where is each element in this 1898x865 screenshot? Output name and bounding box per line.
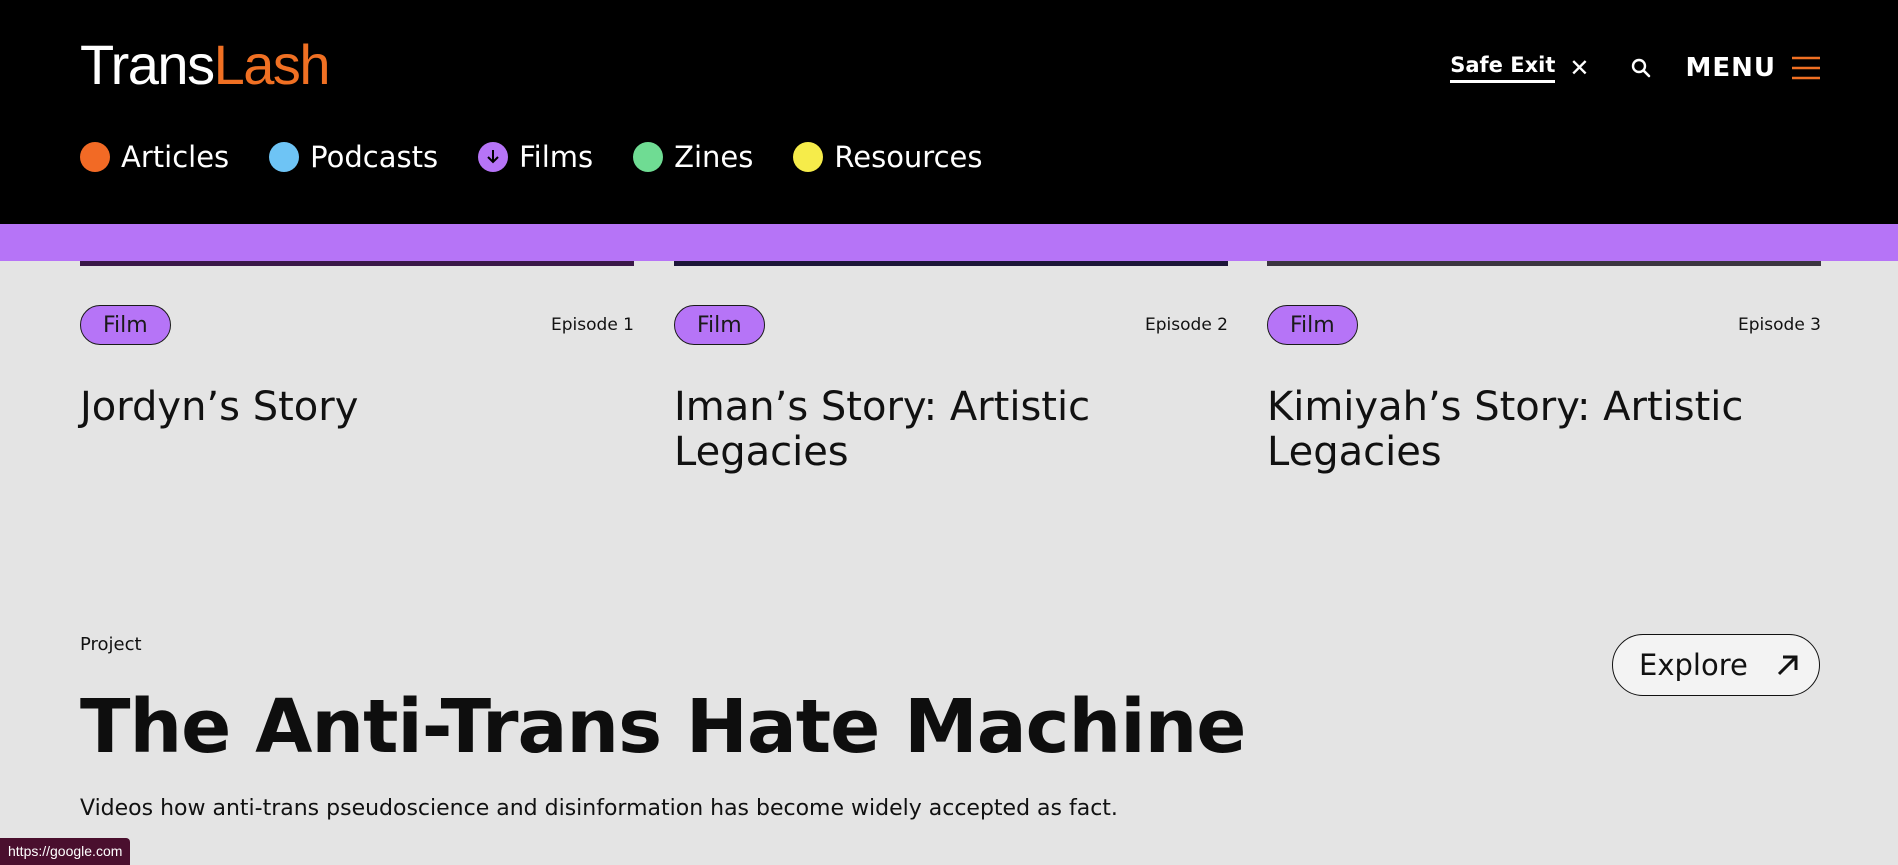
site-header: TransLash Safe Exit ✕ MENU Articles Podc…: [0, 0, 1898, 224]
resources-dot-icon: [793, 142, 824, 172]
logo-text-trans: Trans: [80, 33, 215, 96]
zines-dot-icon: [633, 142, 664, 172]
arrow-up-right-icon: [1777, 655, 1798, 676]
explore-button[interactable]: Explore: [1612, 634, 1820, 696]
card-title[interactable]: Kimiyah’s Story: Artistic Legacies: [1267, 385, 1821, 475]
project-description: Videos how anti-trans pseudoscience and …: [80, 796, 1118, 821]
nav-item-resources[interactable]: Resources: [793, 140, 983, 174]
safe-exit-label: Safe Exit: [1450, 53, 1556, 83]
nav-label: Articles: [121, 140, 230, 174]
nav-item-articles[interactable]: Articles: [80, 140, 229, 174]
menu-button[interactable]: MENU: [1685, 53, 1820, 83]
project-title: The Anti-Trans Hate Machine: [80, 684, 1246, 770]
close-icon: ✕: [1569, 54, 1590, 82]
explore-label: Explore: [1639, 648, 1748, 682]
film-tag[interactable]: Film: [1267, 305, 1358, 345]
episode-label: Episode 3: [1738, 315, 1821, 335]
nav-item-films[interactable]: Films: [478, 140, 593, 174]
arrow-down-icon: [478, 142, 509, 172]
card-title[interactable]: Jordyn’s Story: [80, 385, 634, 430]
nav-label: Podcasts: [310, 140, 439, 174]
logo-text-lash: Lash: [213, 33, 331, 96]
nav-label: Zines: [674, 140, 754, 174]
category-nav: Articles Podcasts Films Zines Resources: [80, 140, 1023, 174]
project-label: Project: [80, 634, 142, 655]
podcasts-dot-icon: [269, 142, 300, 172]
episode-label: Episode 1: [551, 315, 634, 335]
card-thumbnail-edge: [80, 261, 634, 266]
nav-label: Resources: [834, 140, 983, 174]
film-card-episode-1[interactable]: Film Episode 1 Jordyn’s Story: [80, 261, 634, 430]
search-icon[interactable]: [1629, 56, 1653, 80]
episode-label: Episode 2: [1145, 315, 1228, 335]
articles-dot-icon: [80, 142, 110, 172]
card-title[interactable]: Iman’s Story: Artistic Legacies: [674, 385, 1228, 475]
nav-item-zines[interactable]: Zines: [633, 140, 753, 174]
card-thumbnail-edge: [674, 261, 1228, 266]
nav-label: Films: [519, 140, 594, 174]
film-card-episode-2[interactable]: Film Episode 2 Iman’s Story: Artistic Le…: [674, 261, 1228, 475]
menu-label: MENU: [1685, 53, 1776, 83]
header-actions: Safe Exit ✕ MENU: [1450, 50, 1820, 86]
card-thumbnail-edge: [1267, 261, 1821, 266]
status-bar-url: https://google.com: [0, 838, 131, 865]
nav-item-podcasts[interactable]: Podcasts: [269, 140, 438, 174]
hamburger-icon: [1792, 56, 1820, 80]
translash-logo[interactable]: TransLash: [80, 30, 331, 100]
film-tag[interactable]: Film: [80, 305, 171, 345]
films-accent-bar: [0, 224, 1898, 261]
film-tag[interactable]: Film: [674, 305, 765, 345]
film-card-episode-3[interactable]: Film Episode 3 Kimiyah’s Story: Artistic…: [1267, 261, 1821, 475]
safe-exit-button[interactable]: Safe Exit ✕: [1450, 53, 1589, 83]
